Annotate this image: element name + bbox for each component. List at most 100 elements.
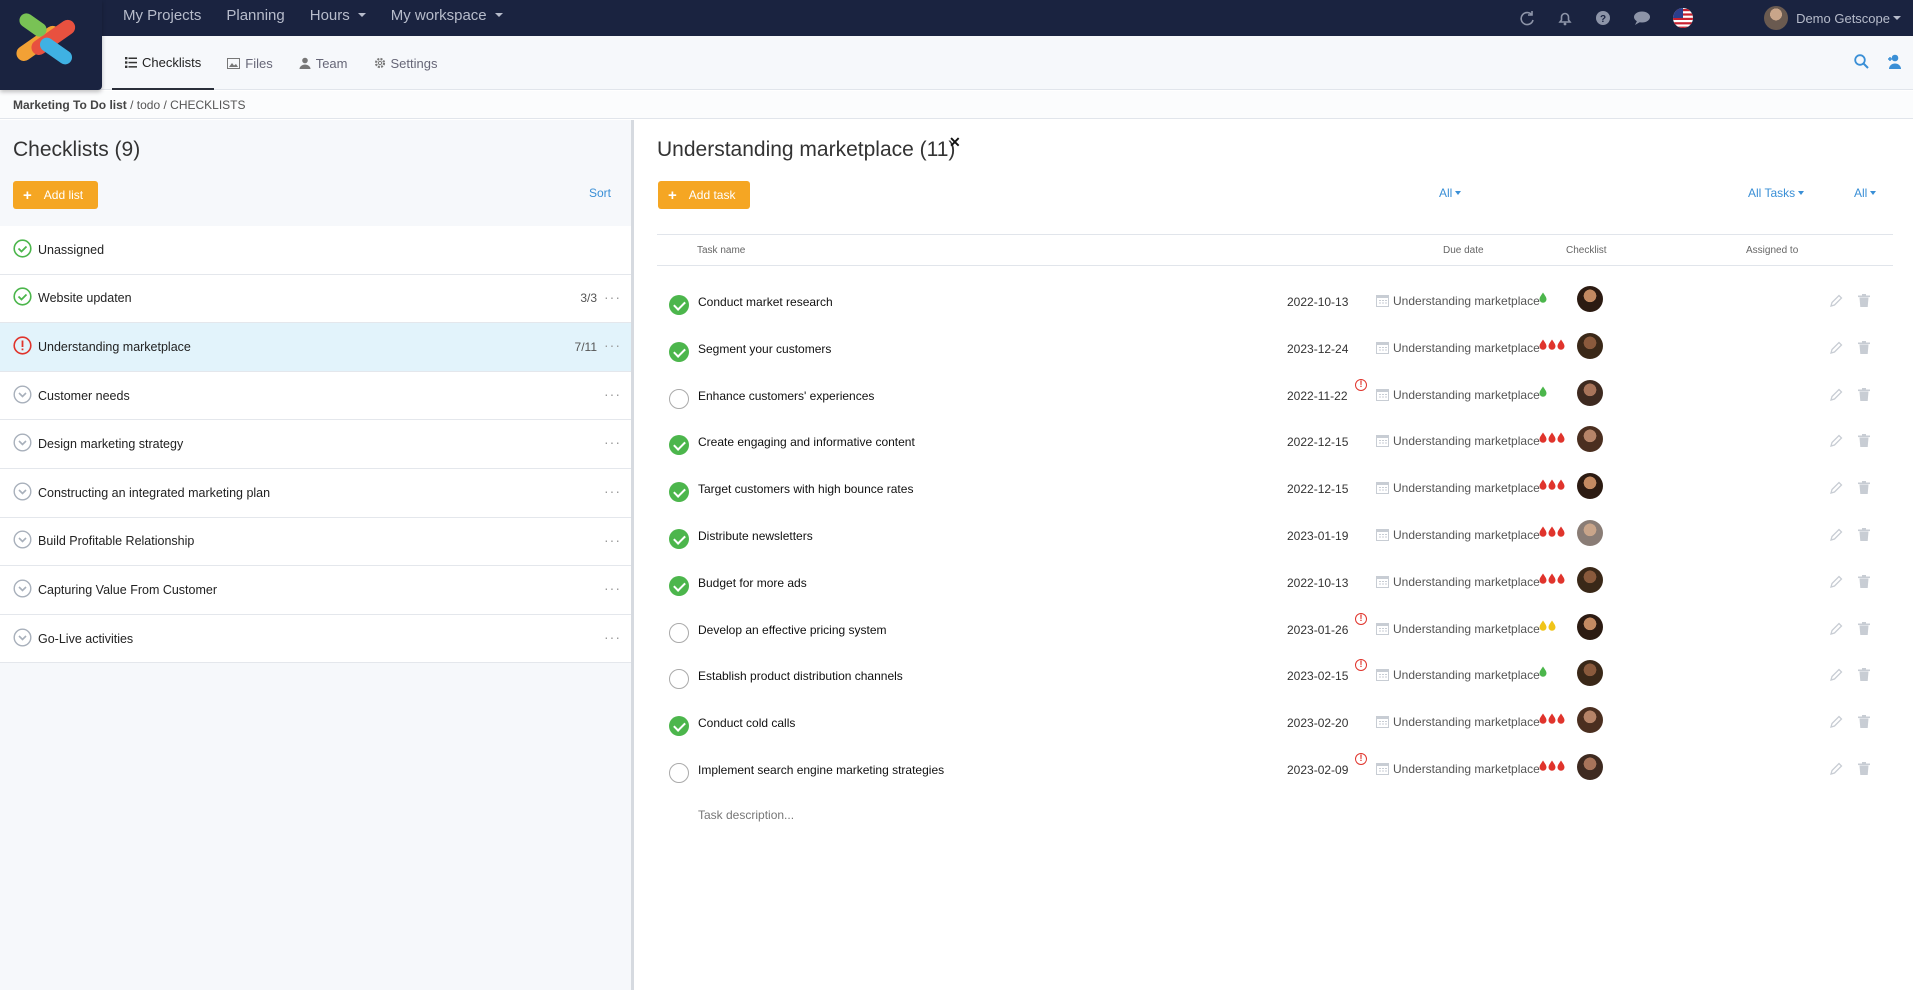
calendar-icon[interactable]	[1376, 481, 1389, 497]
task-due-date[interactable]: 2022-10-13	[1287, 295, 1348, 309]
priority-indicator[interactable]	[1539, 713, 1566, 724]
edit-icon[interactable]	[1830, 715, 1843, 731]
calendar-icon[interactable]	[1376, 575, 1389, 591]
priority-indicator[interactable]	[1539, 432, 1566, 444]
checklist-item[interactable]: Understanding marketplace 7/11 ···	[0, 323, 631, 372]
search-icon[interactable]	[1854, 54, 1869, 69]
add-member-icon[interactable]	[1887, 54, 1903, 69]
avatar[interactable]	[1577, 753, 1603, 780]
calendar-icon[interactable]	[1376, 762, 1389, 778]
avatar[interactable]	[1577, 707, 1603, 734]
edit-icon[interactable]	[1830, 668, 1843, 684]
add-list-button[interactable]: + Add list	[13, 181, 99, 209]
task-name[interactable]: Implement search engine marketing strate…	[698, 763, 944, 777]
tab-checklists[interactable]: Checklists	[112, 36, 215, 90]
priority-indicator[interactable]	[1539, 573, 1566, 584]
refresh-icon[interactable]	[1518, 9, 1536, 27]
sort-link[interactable]: Sort	[589, 186, 611, 200]
avatar[interactable]	[1577, 426, 1603, 453]
edit-icon[interactable]	[1830, 762, 1843, 778]
tab-files[interactable]: Files	[214, 36, 285, 90]
task-checkbox[interactable]	[669, 762, 689, 783]
task-name[interactable]: Enhance customers' experiences	[698, 389, 874, 403]
calendar-icon[interactable]	[1376, 715, 1389, 731]
edit-icon[interactable]	[1830, 575, 1843, 591]
calendar-icon[interactable]	[1376, 528, 1389, 544]
bell-icon[interactable]	[1556, 9, 1574, 27]
help-icon[interactable]: ?	[1594, 9, 1612, 27]
trash-icon[interactable]	[1858, 434, 1870, 450]
task-name[interactable]: Conduct cold calls	[698, 716, 795, 730]
task-due-date[interactable]: 2023-01-26	[1287, 623, 1348, 637]
priority-indicator[interactable]	[1539, 620, 1557, 631]
filter-assignee-dropdown[interactable]: All	[1439, 186, 1462, 200]
add-task-button[interactable]: + Add task	[658, 181, 751, 209]
trash-icon[interactable]	[1858, 387, 1870, 404]
edit-icon[interactable]	[1830, 434, 1843, 450]
priority-indicator[interactable]	[1539, 666, 1548, 678]
task-complete-checkbox[interactable]	[669, 295, 689, 315]
more-options-icon[interactable]: ···	[604, 337, 621, 353]
close-icon[interactable]: ✕	[949, 134, 961, 151]
task-complete-checkbox[interactable]	[669, 716, 689, 737]
avatar[interactable]	[1577, 660, 1603, 687]
checklist-item[interactable]: Go-Live activities ···	[0, 614, 631, 664]
user-menu[interactable]: Demo Getscope	[1764, 6, 1901, 30]
trash-icon[interactable]	[1858, 574, 1870, 591]
priority-indicator[interactable]	[1539, 386, 1548, 397]
avatar[interactable]	[1577, 473, 1603, 500]
avatar[interactable]	[1577, 613, 1603, 640]
avatar[interactable]	[1577, 332, 1603, 359]
task-name[interactable]: Budget for more ads	[698, 576, 807, 590]
avatar[interactable]	[1577, 286, 1603, 312]
task-complete-checkbox[interactable]	[669, 482, 689, 503]
more-options-icon[interactable]: ···	[604, 532, 621, 548]
task-checkbox[interactable]	[669, 622, 689, 643]
chat-icon[interactable]	[1632, 9, 1652, 27]
checklist-item[interactable]: Design marketing strategy ···	[0, 420, 631, 469]
nav-planning[interactable]: Planning	[226, 7, 284, 24]
calendar-icon[interactable]	[1376, 294, 1389, 310]
task-name[interactable]: Establish product distribution channels	[698, 669, 903, 683]
trash-icon[interactable]	[1858, 621, 1870, 638]
task-name[interactable]: Develop an effective pricing system	[698, 623, 887, 637]
checklist-item[interactable]: Customer needs ···	[0, 371, 631, 421]
tab-team[interactable]: Team	[286, 36, 361, 90]
checklist-item[interactable]: Website updaten 3/3 ···	[0, 274, 631, 324]
task-due-date[interactable]: 2023-12-24	[1287, 342, 1348, 356]
app-logo[interactable]	[0, 0, 102, 90]
nav-my-workspace[interactable]: My workspace	[391, 7, 503, 24]
task-name[interactable]: Create engaging and informative content	[698, 435, 915, 449]
edit-icon[interactable]	[1830, 622, 1843, 638]
task-complete-checkbox[interactable]	[669, 341, 689, 362]
checklist-item[interactable]: Constructing an integrated marketing pla…	[0, 468, 631, 518]
checklist-item[interactable]: Unassigned	[0, 226, 631, 275]
checklist-item[interactable]: Build Profitable Relationship ···	[0, 517, 631, 567]
task-complete-checkbox[interactable]	[669, 435, 689, 456]
task-due-date[interactable]: 2023-02-20	[1287, 716, 1348, 730]
task-name[interactable]: Conduct market research	[698, 295, 833, 309]
nav-hours[interactable]: Hours	[310, 7, 366, 24]
tab-settings[interactable]: Settings	[361, 36, 451, 90]
task-due-date[interactable]: 2023-02-09	[1287, 763, 1348, 777]
edit-icon[interactable]	[1830, 481, 1843, 497]
nav-my-projects[interactable]: My Projects	[123, 7, 201, 24]
trash-icon[interactable]	[1858, 294, 1870, 310]
edit-icon[interactable]	[1830, 341, 1843, 357]
avatar[interactable]	[1577, 566, 1603, 593]
trash-icon[interactable]	[1858, 527, 1870, 544]
calendar-icon[interactable]	[1376, 622, 1389, 638]
calendar-icon[interactable]	[1376, 668, 1389, 684]
avatar[interactable]	[1577, 379, 1603, 406]
task-complete-checkbox[interactable]	[669, 528, 689, 549]
breadcrumb-project-link[interactable]: Marketing To Do list	[13, 98, 127, 112]
more-options-icon[interactable]: ···	[604, 386, 621, 402]
more-options-icon[interactable]: ···	[604, 289, 621, 305]
trash-icon[interactable]	[1858, 340, 1870, 357]
task-due-date[interactable]: 2023-01-19	[1287, 529, 1348, 543]
filter-status-dropdown[interactable]: All	[1854, 186, 1877, 200]
task-description-input[interactable]: Task description...	[698, 808, 794, 822]
task-due-date[interactable]: 2022-10-13	[1287, 576, 1348, 590]
calendar-icon[interactable]	[1376, 341, 1389, 357]
edit-icon[interactable]	[1830, 528, 1843, 544]
